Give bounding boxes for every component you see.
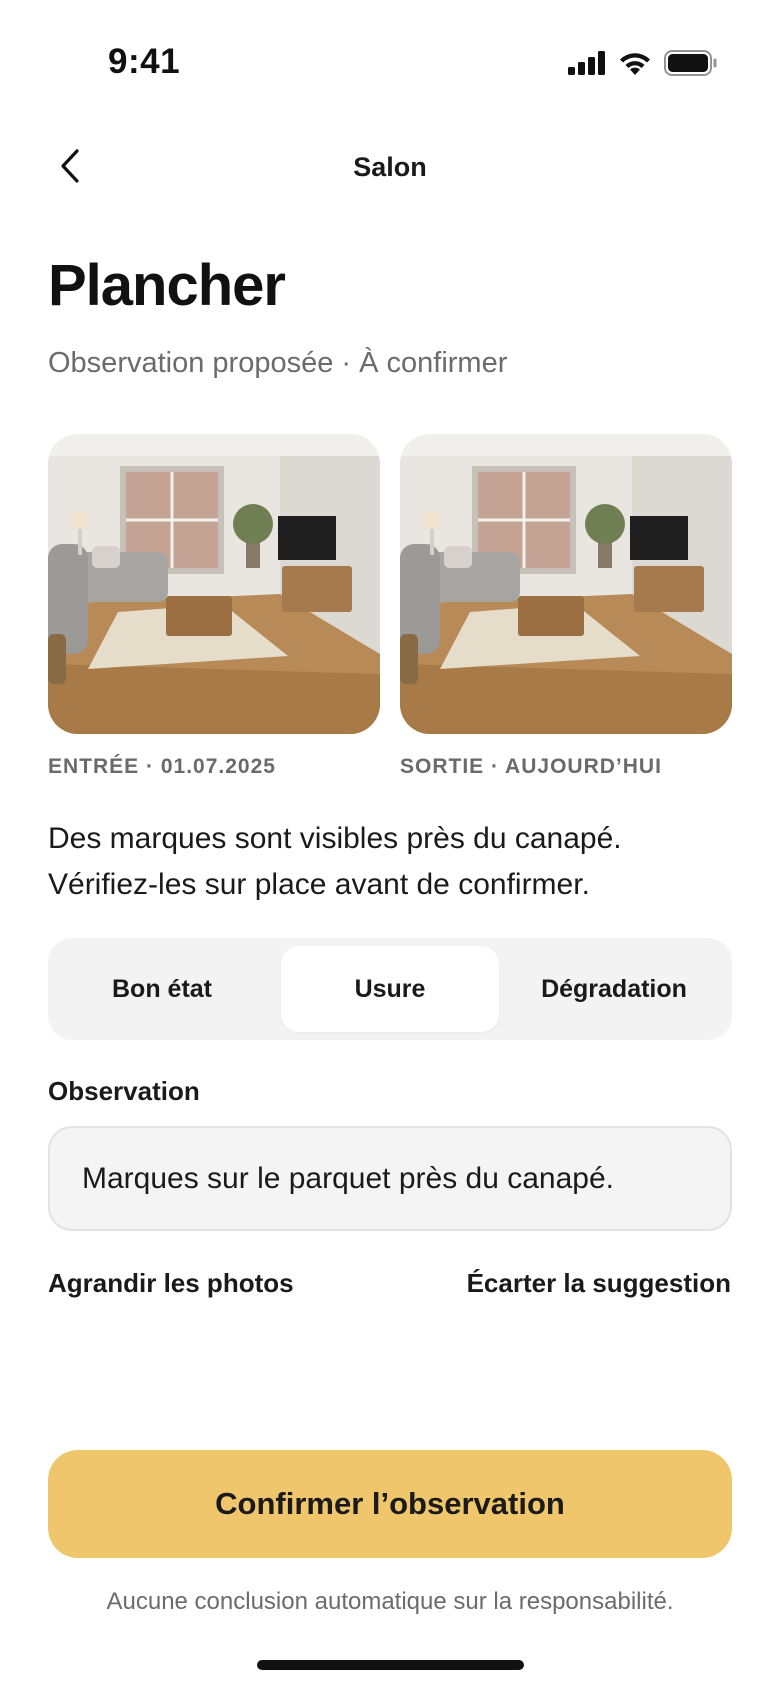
home-indicator[interactable]	[257, 1660, 524, 1670]
exit-photo[interactable]	[400, 434, 732, 734]
condition-option-bon-etat[interactable]: Bon état	[56, 946, 268, 1032]
room-photo-illustration	[48, 434, 380, 734]
status-bar: 9:41	[0, 0, 780, 130]
wifi-icon	[618, 51, 652, 81]
entry-photo-caption: ENTRÉE · 01.07.2025	[48, 755, 276, 778]
observation-description: Des marques sont visibles près du canapé…	[48, 822, 622, 901]
battery-icon	[664, 50, 718, 81]
entry-photo[interactable]	[48, 434, 380, 734]
nav-title: Salon	[353, 152, 427, 182]
responsibility-footnote: Aucune conclusion automatique sur la res…	[106, 1588, 674, 1615]
status-icons	[568, 50, 718, 81]
confirm-observation-button[interactable]: Confirmer l’observation	[48, 1450, 732, 1558]
dismiss-suggestion-link[interactable]: Écarter la suggestion	[467, 1268, 731, 1299]
page-title: Plancher	[48, 253, 286, 318]
exit-photo-caption: SORTIE · AUJOURD’HUI	[400, 755, 662, 778]
condition-selector: Bon état Usure Dégradation	[48, 938, 732, 1040]
status-time: 9:41	[108, 42, 181, 81]
observation-label: Observation	[48, 1076, 200, 1106]
signal-icon	[568, 51, 606, 80]
condition-option-degradation[interactable]: Dégradation	[503, 946, 725, 1032]
enlarge-photos-link[interactable]: Agrandir les photos	[48, 1268, 294, 1299]
condition-option-usure-selected[interactable]: Usure	[281, 946, 499, 1032]
observation-field[interactable]	[48, 1126, 732, 1231]
page-subtitle: Observation proposée · À confirmer	[48, 347, 508, 379]
room-photo-illustration	[400, 434, 732, 734]
